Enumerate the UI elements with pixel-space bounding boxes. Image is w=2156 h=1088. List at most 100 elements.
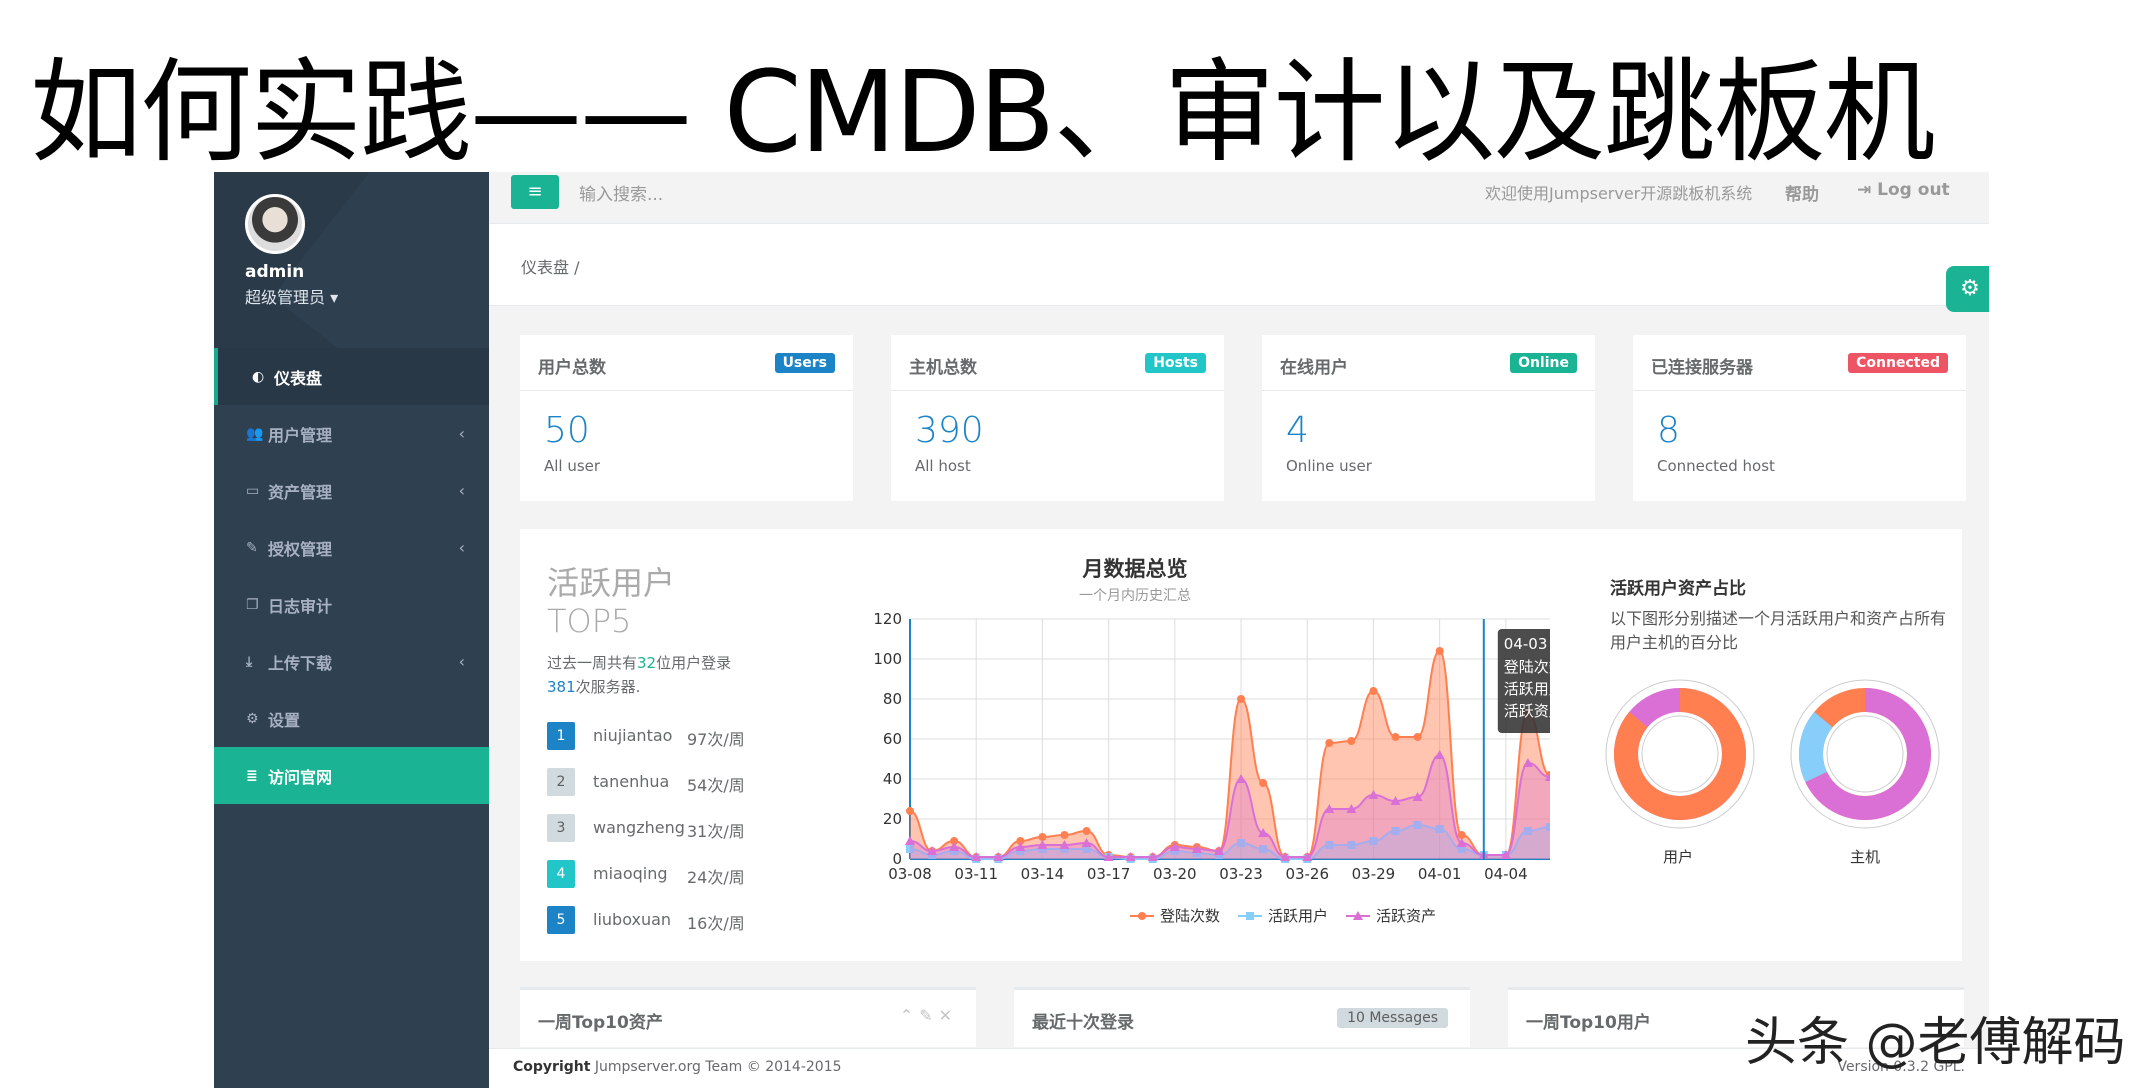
profile-role-dropdown[interactable]: 超级管理员 ▾ — [245, 284, 338, 308]
sidebar-item-transfer[interactable]: ⤓ 上传下载 ‹ — [214, 633, 489, 690]
data-point — [1237, 695, 1246, 703]
stat-card-hosts: 主机总数 Hosts 390 All host — [891, 335, 1224, 501]
dashboard-icon: ◐ — [252, 368, 265, 385]
rank-count: 97次/周 — [687, 730, 745, 749]
box-title: 最近十次登录 — [1032, 1013, 1134, 1033]
sidebar: admin 超级管理员 ▾ ◐ 仪表盘 👥 用户管理 ‹ ▭ 资产管理 ‹ ✎ … — [214, 172, 489, 1088]
chevron-left-icon: ‹ — [458, 481, 465, 500]
close-icon[interactable]: ✕ — [939, 1006, 958, 1025]
hamburger-icon: ≡ — [527, 181, 543, 202]
chevron-left-icon: ‹ — [458, 652, 465, 671]
data-point — [1369, 687, 1378, 695]
data-point — [1038, 833, 1047, 841]
stat-title: 在线用户 — [1280, 358, 1348, 378]
tooltip-line: 登陆次数 : 2 — [1504, 658, 1550, 676]
list-item[interactable]: 3 wangzheng 31次/周 — [547, 814, 747, 842]
data-point — [1413, 733, 1422, 741]
rank-count: 24次/周 — [687, 868, 745, 887]
top10-assets-box: 一周Top10资产 ⌃✎✕ — [520, 987, 976, 1047]
y-tick-label: 100 — [873, 650, 902, 668]
pie-label-hosts: 主机 — [1850, 848, 1881, 866]
logout-label: Log out — [1877, 180, 1950, 200]
chevron-up-icon[interactable]: ⌃ — [900, 1006, 919, 1025]
list-item[interactable]: 4 miaoqing 24次/周 — [547, 860, 747, 888]
rank-name: wangzheng — [593, 818, 685, 837]
box-title: 一周Top10资产 — [538, 1013, 663, 1033]
menu-toggle-button[interactable]: ≡ — [511, 175, 559, 209]
y-tick-label: 80 — [883, 690, 902, 708]
tooltip-line: 活跃用户 : 2 — [1504, 680, 1550, 698]
breadcrumb[interactable]: 仪表盘 / — [521, 254, 579, 278]
gear-icon: ⚙ — [246, 710, 259, 727]
stat-title: 用户总数 — [538, 358, 606, 378]
overview-panel: 活跃用户 TOP5 过去一周共有32位用户登录381次服务器. 1 niujian… — [520, 529, 1962, 961]
stat-card-users: 用户总数 Users 50 All user — [520, 335, 853, 501]
list-item[interactable]: 5 liuboxuan 16次/周 — [547, 906, 747, 934]
stat-value: 8 — [1657, 410, 1680, 451]
donut-extra-slice — [1799, 711, 1834, 783]
ratio-donuts — [1605, 679, 1940, 829]
stat-title: 主机总数 — [909, 358, 977, 378]
x-tick-label: 03-29 — [1352, 865, 1396, 883]
data-point — [906, 807, 914, 815]
data-point — [1457, 831, 1466, 839]
x-tick-label: 03-23 — [1219, 865, 1263, 883]
copyright-label: Copyright — [513, 1059, 591, 1075]
stat-value: 50 — [544, 410, 590, 451]
x-tick-label: 03-20 — [1153, 865, 1197, 883]
legend-marker — [1246, 912, 1254, 920]
settings-toggle-button[interactable]: ⚙ — [1946, 266, 1989, 312]
y-tick-label: 20 — [883, 810, 902, 828]
desc-text: 过去一周共有 — [547, 654, 638, 672]
rank-badge: 3 — [547, 814, 575, 842]
stat-card-connected: 已连接服务器 Connected 8 Connected host — [1633, 335, 1966, 501]
sidebar-item-settings[interactable]: ⚙ 设置 — [214, 690, 489, 747]
list-item[interactable]: 2 tanenhua 54次/周 — [547, 768, 747, 796]
rank-badge: 2 — [547, 768, 575, 796]
status-badge: Hosts — [1145, 353, 1206, 373]
sidebar-item-dashboard[interactable]: ◐ 仪表盘 — [214, 348, 489, 405]
tooltip-title: 04-03 — [1504, 635, 1548, 653]
sidebar-item-label: 上传下载 — [268, 653, 333, 673]
status-badge: Users — [774, 353, 835, 373]
desc-server-count: 381 — [547, 678, 576, 696]
rank-count: 31次/周 — [687, 822, 745, 841]
database-icon: ≣ — [246, 767, 258, 784]
sidebar-item-label: 日志审计 — [268, 596, 333, 616]
legend-label: 活跃用户 — [1268, 907, 1328, 925]
download-icon: ⤓ — [246, 653, 253, 670]
sidebar-item-audit[interactable]: ❐ 日志审计 — [214, 576, 489, 633]
rank-badge: 4 — [547, 860, 575, 888]
sidebar-item-website[interactable]: ≣ 访问官网 — [214, 747, 489, 804]
data-point — [1259, 779, 1268, 787]
logout-link[interactable]: ⇥ Log out — [1857, 180, 1950, 200]
monthly-area-chart[interactable]: 02040608010012003-08 03-11 03-14 03-17 03-20… — [790, 569, 1550, 969]
sidebar-item-permissions[interactable]: ✎ 授权管理 ‹ — [214, 519, 489, 576]
list-item[interactable]: 1 niujiantao 97次/周 — [547, 722, 747, 750]
x-tick-label: 03-26 — [1285, 865, 1329, 883]
donut-inner-ring — [1641, 715, 1719, 793]
status-badge: Online — [1510, 353, 1577, 373]
sidebar-item-label: 授权管理 — [268, 539, 333, 559]
tooltip-line: 活跃资产 : 2 — [1504, 702, 1550, 720]
x-tick-label: 03-08 — [888, 865, 932, 883]
stat-subtitle: Online user — [1286, 457, 1372, 475]
rank-name: miaoqing — [593, 864, 668, 883]
data-point — [1325, 739, 1334, 747]
chevron-left-icon: ‹ — [458, 538, 465, 557]
recent-logins-box: 最近十次登录 10 Messages — [1014, 987, 1470, 1047]
sidebar-item-assets[interactable]: ▭ 资产管理 ‹ — [214, 462, 489, 519]
profile-name: admin — [245, 262, 305, 282]
data-point — [1347, 737, 1356, 745]
avatar[interactable] — [245, 194, 305, 254]
wrench-icon[interactable]: ✎ — [919, 1006, 938, 1025]
x-tick-label: 04-04 — [1484, 865, 1528, 883]
help-link[interactable]: 帮助 — [1785, 180, 1819, 205]
y-tick-label: 60 — [883, 730, 902, 748]
users-icon: 👥 — [246, 425, 264, 442]
copyright-text: Jumpserver.org Team © 2014-2015 — [594, 1059, 842, 1075]
top5-title-line: 活跃用户 — [547, 564, 676, 602]
box-title: 一周Top10用户 — [1526, 1013, 1651, 1033]
search-input[interactable]: 输入搜索... — [579, 180, 663, 205]
sidebar-item-users[interactable]: 👥 用户管理 ‹ — [214, 405, 489, 462]
